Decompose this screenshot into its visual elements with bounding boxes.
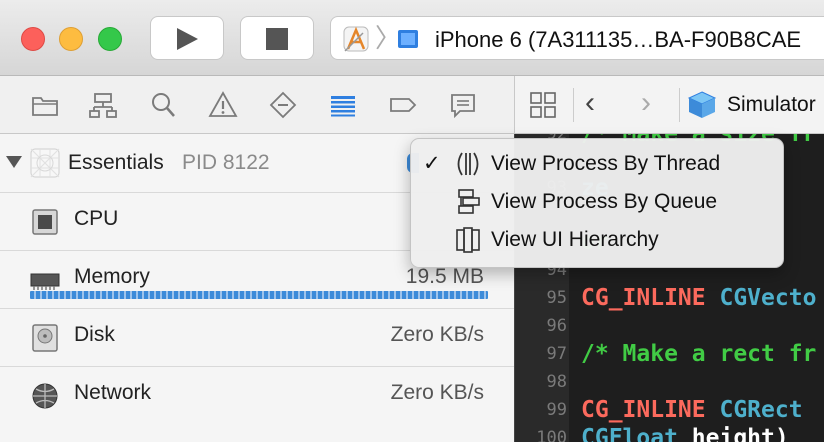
code-text: CGFloat height) <box>581 425 789 442</box>
code-token: CGVecto <box>719 285 817 311</box>
process-pid: PID 8122 <box>182 151 270 174</box>
code-text: CG_INLINE CGVecto <box>581 285 816 311</box>
search-icon[interactable] <box>148 90 178 120</box>
stop-icon <box>266 28 288 50</box>
gauge-value: Zero KB/s <box>390 381 484 404</box>
thread-icon <box>457 152 479 176</box>
gauge-value: 19.5 MB <box>405 265 484 288</box>
line-number: 95 <box>546 288 567 308</box>
menu-item-view-ui-hierarchy[interactable]: View UI Hierarchy <box>411 221 785 259</box>
run-button[interactable] <box>150 16 224 60</box>
gauge-network[interactable]: Network Zero KB/s <box>0 366 514 424</box>
minimize-window-button[interactable] <box>59 27 83 51</box>
hierarchy-icon[interactable] <box>88 90 118 120</box>
line-number: 100 <box>536 428 567 442</box>
report-icon[interactable] <box>448 90 478 120</box>
code-text: CG_INLINE CGRect <box>581 397 803 423</box>
process-name: Essentials <box>68 151 164 174</box>
menu-item-view-by-thread[interactable]: ✓ View Process By Thread <box>411 145 785 183</box>
line-number: 96 <box>546 316 567 336</box>
code-line[interactable]: 96 <box>515 314 824 342</box>
code-token: CG_INLINE <box>581 285 720 311</box>
editor-jump-bar: ‹ › Simulator <box>514 76 824 134</box>
navigator-toolbar <box>0 76 514 134</box>
code-line[interactable]: 95 CG_INLINE CGVecto <box>515 285 824 314</box>
jump-bar-divider <box>573 88 574 122</box>
breakpoint-icon[interactable] <box>388 90 418 120</box>
network-icon <box>32 383 58 409</box>
app-icon <box>30 148 60 178</box>
forward-icon[interactable]: › <box>641 86 651 120</box>
process-view-menu: ✓ View Process By Thread View Process By… <box>410 138 784 268</box>
menu-item-label: View UI Hierarchy <box>491 228 659 251</box>
app-target-icon <box>343 26 369 52</box>
code-line[interactable]: 99 CG_INLINE CGRect <box>515 397 824 426</box>
checkmark-icon: ✓ <box>423 152 441 175</box>
gauge-label: Disk <box>74 323 115 346</box>
code-token: /* Make a rect fr <box>581 341 817 367</box>
code-line[interactable]: 97 /* Make a rect fr <box>515 341 824 370</box>
code-token: CG_INLINE <box>581 397 720 423</box>
simulator-icon <box>687 91 717 118</box>
test-icon[interactable] <box>268 90 298 120</box>
folder-icon[interactable] <box>30 90 60 120</box>
disclosure-triangle-icon[interactable] <box>6 156 22 168</box>
gauge-label: CPU <box>74 207 119 230</box>
stop-button[interactable] <box>240 16 314 60</box>
gauge-disk[interactable]: Disk Zero KB/s <box>0 308 514 366</box>
gauge-value: Zero KB/s <box>390 323 484 346</box>
debug-icon[interactable] <box>328 90 358 120</box>
menu-item-label: View Process By Thread <box>491 152 721 175</box>
back-icon[interactable]: ‹ <box>585 86 595 120</box>
queue-icon <box>458 189 480 214</box>
device-name: iPhone 6 (7A311135…BA-F90B8CAE <box>435 27 802 52</box>
line-number: 98 <box>546 372 567 392</box>
jump-bar-divider <box>679 88 680 122</box>
code-token: height) <box>691 425 789 442</box>
title-bar: 〉 iPhone 6 (7A311135…BA-F90B8CAE <box>0 0 824 76</box>
disk-icon <box>32 324 58 352</box>
menu-item-view-by-queue[interactable]: View Process By Queue <box>411 183 785 221</box>
close-window-button[interactable] <box>21 27 45 51</box>
code-line[interactable]: 98 <box>515 370 824 398</box>
gauge-label: Network <box>74 381 152 404</box>
related-items-icon[interactable] <box>529 90 557 120</box>
line-number: 99 <box>546 400 567 420</box>
ui-hierarchy-icon <box>456 227 480 253</box>
gauge-label: Memory <box>74 265 150 288</box>
menu-item-label: View Process By Queue <box>491 190 718 213</box>
code-token: CGRect <box>719 397 803 423</box>
code-line[interactable]: 100 CGFloat height) <box>515 425 824 442</box>
scheme-selector[interactable]: 〉 iPhone 6 (7A311135…BA-F90B8CAE <box>330 16 824 60</box>
play-icon <box>177 28 198 50</box>
code-text: /* Make a rect fr <box>581 341 816 367</box>
warning-icon[interactable] <box>208 90 238 120</box>
jump-bar-label[interactable]: Simulator <box>727 93 816 117</box>
device-icon <box>398 30 418 48</box>
line-number: 97 <box>546 344 567 364</box>
cpu-icon <box>32 209 58 235</box>
zoom-window-button[interactable] <box>98 27 122 51</box>
memory-usage-bar <box>30 291 488 299</box>
code-token: CGFloat <box>581 425 692 442</box>
